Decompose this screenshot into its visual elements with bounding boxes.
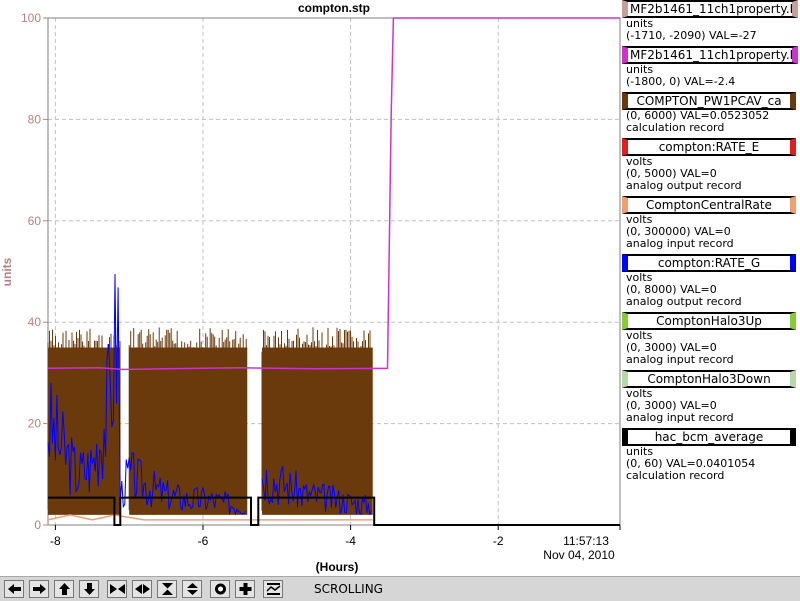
toolbar: SCROLLING [0,576,800,601]
reset-button[interactable] [210,580,230,598]
x-tick-label: -4 [345,534,356,548]
target-icon [214,583,226,595]
legend-name: compton:RATE_E [622,138,796,156]
series-group [47,17,620,526]
legend-name: hac_bcm_average [622,428,796,446]
zoom-out-y-button[interactable] [182,580,202,598]
zoom-out-x-button[interactable] [132,580,152,598]
x-tick-label: -6 [198,534,209,548]
legend-panel: MF2b1461_11ch1property.F units (-1710, -20… [620,0,800,482]
y-tick-label: 20 [28,417,42,431]
y-tick-label: 40 [28,315,42,329]
arrow-down-icon [83,583,95,595]
legend-detail: analog input record [626,237,734,250]
zoom-out-vertical-icon [186,583,198,595]
scroll-up-button[interactable] [54,580,74,598]
y-tick-label: 100 [21,11,41,25]
legend-name: ComptonCentralRate [622,196,796,214]
zoom-in-x-button[interactable] [107,580,127,598]
legend-detail: analog output record [626,295,742,308]
legend-name: compton:RATE_G [622,254,796,272]
legend-detail: calculation record [626,121,725,134]
scroll-mode-icon [265,583,280,595]
scroll-mode-button[interactable] [263,580,283,598]
x-tick-label: -8 [50,534,61,548]
chart-title: compton.stp [298,1,370,15]
legend-name: ComptonHalo3Up [622,312,796,330]
y-axis-label: units [0,257,14,286]
legend-name: MF2b1461_11ch1property.E [622,46,798,64]
legend-name: ComptonHalo3Down [622,370,796,388]
series-mf2b1461-11ch1property-e-line [47,17,620,371]
legend-name: COMPTON_PW1PCAV_ca [622,92,796,110]
scroll-right-button[interactable] [29,580,49,598]
legend-detail: (-1800, 0) VAL=-2.4 [626,75,736,88]
legend-name: MF2b1461_11ch1property.F [622,0,798,18]
series-comptoncentralrate-line [47,514,373,521]
legend-detail: calculation record [626,469,725,482]
scroll-left-button[interactable] [4,580,24,598]
zoom-in-horizontal-icon [109,584,125,594]
scroll-down-button[interactable] [79,580,99,598]
add-button[interactable] [235,580,255,598]
zoom-in-vertical-icon [161,583,173,595]
x-axis-label: (Hours) [316,560,359,574]
series-band-spikes [128,327,247,515]
arrow-right-icon [32,584,46,594]
x-tick-label: -2 [493,534,504,548]
legend-detail: analog output record [626,179,742,192]
y-tick-label: 80 [28,112,42,126]
end-date-label: Nov 04, 2010 [543,548,615,562]
end-time-label: 11:57:13 [563,534,609,548]
zoom-in-y-button[interactable] [157,580,177,598]
y-tick-label: 0 [34,518,41,532]
arrow-up-icon [58,583,70,595]
zoom-out-horizontal-icon [134,584,150,594]
legend-detail: analog input record [626,353,734,366]
arrow-left-icon [7,584,21,594]
mode-label: SCROLLING [314,582,383,596]
legend-detail: (-1710, -2090) VAL=-27 [626,29,757,42]
legend-detail: analog input record [626,411,734,424]
y-tick-label: 60 [28,214,42,228]
plus-icon [239,583,251,595]
